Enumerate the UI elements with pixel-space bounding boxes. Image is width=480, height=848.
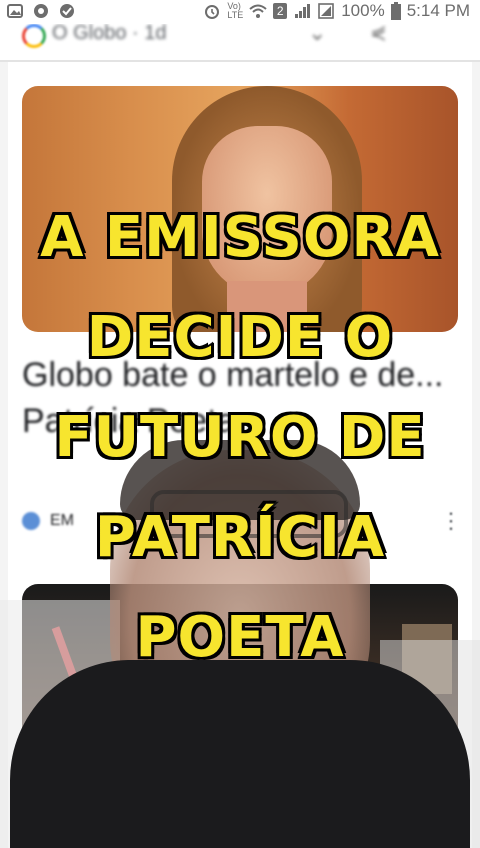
creator-shirt (10, 660, 470, 848)
chrome-icon (34, 4, 48, 18)
headline-line: PATRÍCIA (93, 503, 386, 572)
check-shield-icon (60, 4, 74, 18)
headline-overlay: A EMISSORA DECIDE O FUTURO DE PATRÍCIA P… (0, 188, 480, 688)
signal-icon (295, 4, 311, 18)
status-time: 5:14 PM (406, 1, 470, 20)
headline-line: POETA (133, 603, 345, 672)
feed-source-label: O Globo · 1d (52, 22, 167, 44)
status-bar: Vo) LTE 2 100% 5:14 PM (0, 0, 480, 24)
battery-icon (390, 2, 401, 20)
sim-badge: 2 (273, 3, 288, 19)
headline-line: A EMISSORA (38, 203, 441, 272)
battery-percent: 100% (341, 1, 385, 20)
image-notification-icon (7, 4, 23, 18)
volte-label: Vo) LTE (227, 1, 244, 20)
signal-box-icon (318, 3, 335, 19)
wifi-icon (249, 4, 267, 18)
headline-line: DECIDE O (85, 303, 395, 372)
google-icon (22, 24, 46, 48)
status-right-icons: Vo) LTE 2 100% 5:14 PM (203, 1, 470, 21)
status-left-icons (6, 2, 76, 20)
headline-line: FUTURO DE (52, 403, 426, 472)
alarm-icon (205, 5, 220, 19)
